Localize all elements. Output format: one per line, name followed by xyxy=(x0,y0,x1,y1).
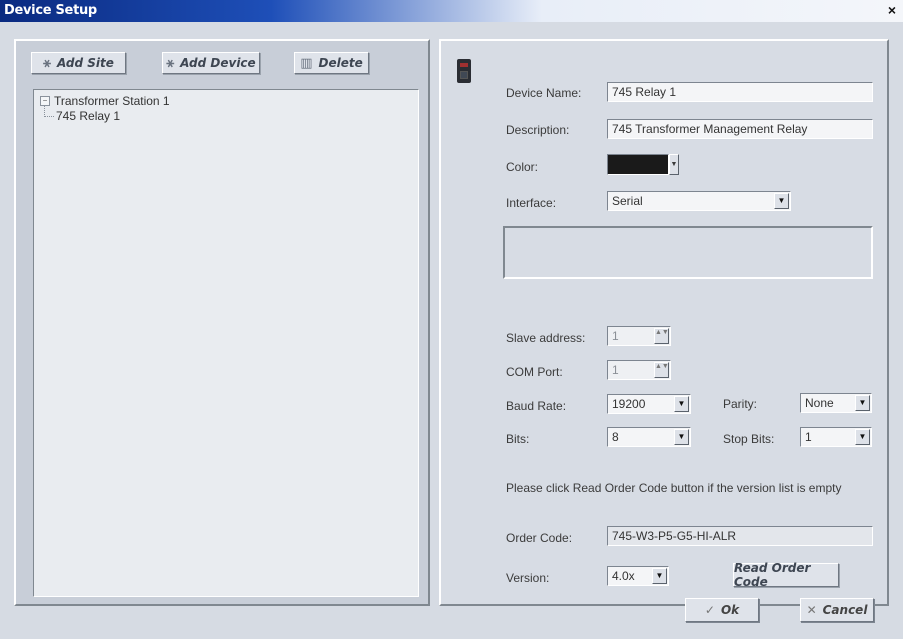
baud-rate-label: Baud Rate: xyxy=(506,399,567,413)
parity-label: Parity: xyxy=(723,397,758,411)
interface-label: Interface: xyxy=(506,196,557,210)
description-field[interactable]: 745 Transformer Management Relay xyxy=(607,119,873,139)
ok-icon: ✓ xyxy=(704,603,715,617)
interface-select[interactable]: Serial ▼ xyxy=(607,191,791,211)
color-picker[interactable]: ▼ xyxy=(607,154,679,175)
dropdown-icon[interactable]: ▼ xyxy=(855,429,870,445)
order-code-field: 745-W3-P5-G5-HI-ALR xyxy=(607,526,873,546)
dropdown-icon[interactable]: ▼ xyxy=(652,568,667,584)
dialog-body: ⚹ Add Site ⚹ Add Device ▥ Delete − Trans… xyxy=(0,22,903,639)
hint-text: Please click Read Order Code button if t… xyxy=(506,481,842,495)
add-site-icon: ⚹ xyxy=(43,55,51,71)
com-port-value: 1 xyxy=(612,363,619,377)
close-icon[interactable]: × xyxy=(884,2,900,18)
baud-rate-value: 19200 xyxy=(612,397,646,411)
interface-value: Serial xyxy=(612,194,643,208)
dropdown-icon[interactable]: ▼ xyxy=(674,396,689,412)
stepper-icon[interactable]: ▲▼ xyxy=(654,362,669,378)
read-order-code-button[interactable]: Read Order Code xyxy=(733,561,839,589)
stop-bits-label: Stop Bits: xyxy=(723,432,775,446)
color-swatch[interactable] xyxy=(607,154,669,175)
delete-button[interactable]: ▥ Delete xyxy=(294,52,369,74)
tree-item-site-label: Transformer Station 1 xyxy=(54,94,170,108)
add-device-icon: ⚹ xyxy=(166,55,175,71)
interface-settings-box xyxy=(503,226,873,279)
add-device-button[interactable]: ⚹ Add Device xyxy=(162,52,260,74)
expand-icon[interactable]: − xyxy=(40,96,50,106)
relay-device-icon xyxy=(457,59,471,83)
tree-item-site[interactable]: − Transformer Station 1 xyxy=(40,94,170,108)
tree-item-device[interactable]: 745 Relay 1 xyxy=(56,109,120,123)
add-site-label: Add Site xyxy=(56,56,114,70)
dropdown-icon[interactable]: ▼ xyxy=(855,395,870,411)
com-port-stepper[interactable]: 1 ▲▼ xyxy=(607,360,671,380)
color-label: Color: xyxy=(506,160,539,174)
com-port-label: COM Port: xyxy=(506,365,563,379)
dropdown-icon[interactable]: ▼ xyxy=(774,193,789,209)
tree-connector xyxy=(44,106,54,117)
parity-select[interactable]: None ▼ xyxy=(800,393,872,413)
title-bar: Device Setup × xyxy=(0,0,903,22)
delete-icon: ▥ xyxy=(300,55,313,71)
device-name-field[interactable]: 745 Relay 1 xyxy=(607,82,873,102)
version-label: Version: xyxy=(506,571,550,585)
dropdown-icon[interactable]: ▼ xyxy=(674,429,689,445)
order-code-label: Order Code: xyxy=(506,531,573,545)
bits-select[interactable]: 8 ▼ xyxy=(607,427,691,447)
site-tree-panel: ⚹ Add Site ⚹ Add Device ▥ Delete − Trans… xyxy=(14,39,430,606)
slave-address-label: Slave address: xyxy=(506,331,586,345)
description-label: Description: xyxy=(506,123,570,137)
delete-label: Delete xyxy=(318,56,363,70)
baud-rate-select[interactable]: 19200 ▼ xyxy=(607,394,691,414)
bits-value: 8 xyxy=(612,430,619,444)
add-site-button[interactable]: ⚹ Add Site xyxy=(31,52,126,74)
parity-value: None xyxy=(805,396,834,410)
ok-label: Ok xyxy=(720,603,740,617)
cancel-icon: ✕ xyxy=(806,603,817,617)
add-device-label: Add Device xyxy=(180,56,256,70)
ok-button[interactable]: ✓ Ok xyxy=(685,598,759,622)
version-select[interactable]: 4.0x ▼ xyxy=(607,566,669,586)
cancel-label: Cancel xyxy=(822,603,868,617)
cancel-button[interactable]: ✕ Cancel xyxy=(800,598,874,622)
window-title: Device Setup xyxy=(4,3,97,18)
version-value: 4.0x xyxy=(612,569,635,583)
device-properties-panel: Device Name: 745 Relay 1 Description: 74… xyxy=(439,39,889,606)
bits-label: Bits: xyxy=(506,432,530,446)
read-order-code-label: Read Order Code xyxy=(734,561,811,589)
device-name-label: Device Name: xyxy=(506,86,582,100)
stop-bits-value: 1 xyxy=(805,430,812,444)
stepper-icon[interactable]: ▲▼ xyxy=(654,328,669,344)
stop-bits-select[interactable]: 1 ▼ xyxy=(800,427,872,447)
slave-address-value: 1 xyxy=(612,329,619,343)
dropdown-icon[interactable]: ▼ xyxy=(669,154,679,175)
site-tree[interactable]: − Transformer Station 1 745 Relay 1 xyxy=(33,89,419,597)
slave-address-stepper[interactable]: 1 ▲▼ xyxy=(607,326,671,346)
